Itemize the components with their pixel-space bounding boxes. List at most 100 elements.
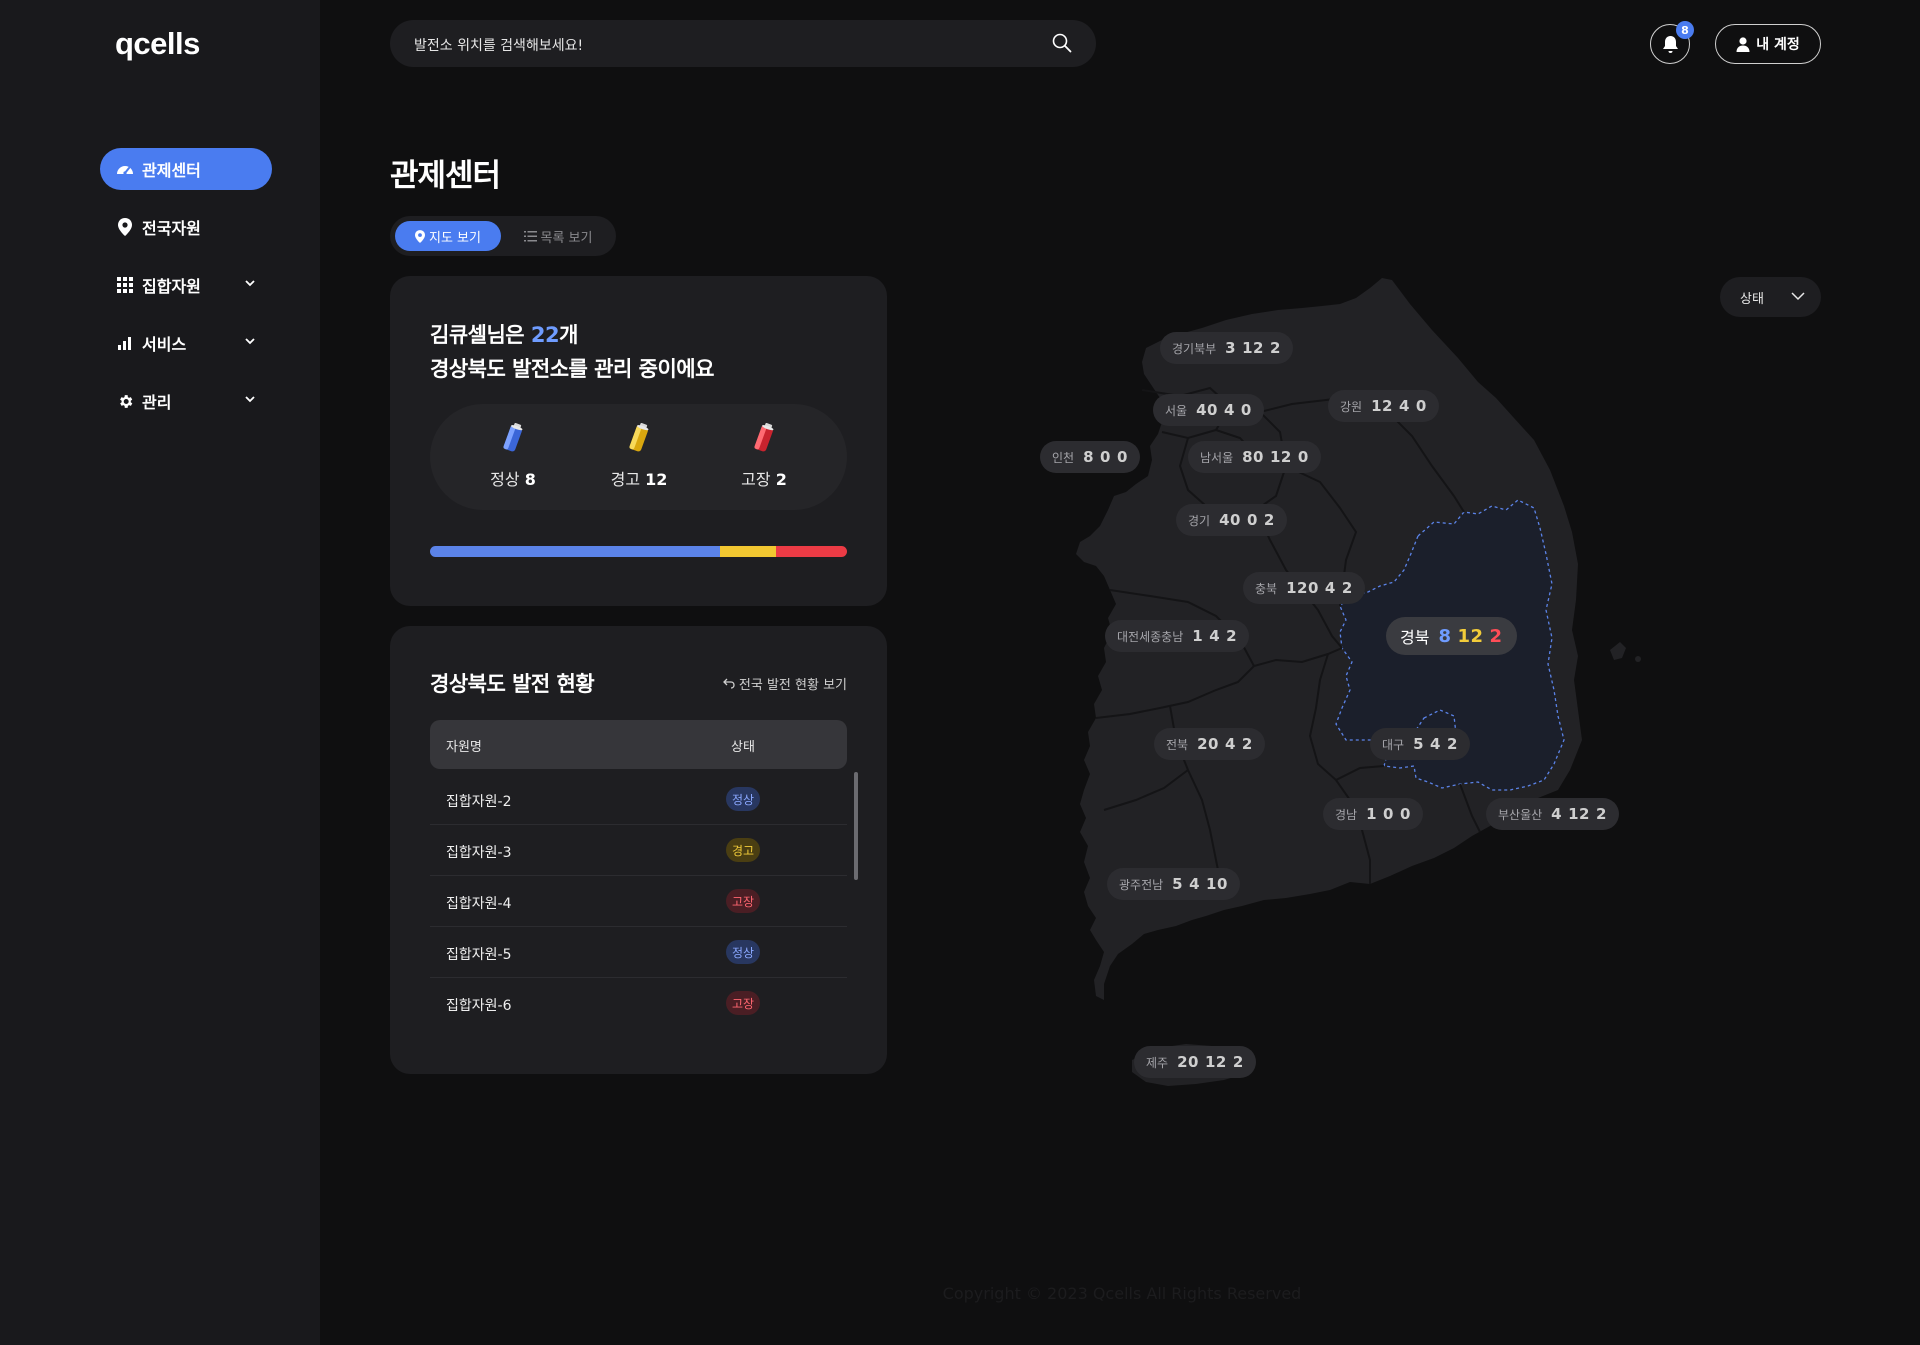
view-national-status-link[interactable]: 전국 발전 현황 보기 [723,674,847,693]
region-fault-count: 0 [1415,397,1427,415]
back-arrow-icon [723,678,735,689]
table-row[interactable]: 집합자원-4 고장 [430,876,847,927]
table-row[interactable]: 집합자원-3 경고 [430,825,847,876]
status-filter-dropdown[interactable]: 상태 [1720,277,1821,317]
region-fault-count: 2 [1446,735,1458,753]
stat-fault: 고장 2 [719,422,809,490]
region-name: 전북 [1166,737,1189,752]
regional-title: 경상북도 발전 현황 [430,672,595,696]
region-fault-count: 2 [1263,511,1275,529]
map-region-label-gangwon[interactable]: 강원 12 4 0 [1328,390,1439,422]
map-region-label-gyeongbuk-selected[interactable]: 경북 8 12 2 [1386,617,1517,655]
region-normal-count: 1 [1366,805,1378,823]
map-region-label-gwangju-jeonnam[interactable]: 광주전남 5 4 10 [1107,868,1240,900]
region-fault-count: 2 [1489,625,1503,647]
region-fault-count: 2 [1269,339,1281,357]
map-region-label-jeju[interactable]: 제주 20 12 2 [1134,1046,1256,1078]
list-view-label: 목록 보기 [540,230,593,246]
battery-normal-icon [503,422,523,452]
stat-label: 경고 [610,470,641,489]
qcells-logo[interactable]: qcells [115,26,200,62]
list-icon [523,230,537,241]
status-summary: 정상 8 경고 12 고장 2 [430,404,847,510]
region-fault-count: 2 [1226,627,1238,645]
list-view-button[interactable]: 목록 보기 [508,221,608,251]
map-region-label-jeonbuk[interactable]: 전북 20 4 2 [1154,728,1265,760]
column-header-status: 상태 [731,740,755,755]
search-input[interactable]: 발전소 위치를 검색해보세요! [414,35,583,55]
region-name: 경북 [1400,628,1430,647]
region-warning-count: 12 [1204,1053,1227,1071]
search-bar[interactable]: 발전소 위치를 검색해보세요! [390,20,1096,67]
region-warning-count: 0 [1383,805,1394,823]
region-normal-count: 3 [1225,339,1237,357]
resource-name: 집합자원-3 [446,845,512,861]
resource-name: 집합자원-6 [446,998,512,1014]
region-warning-count: 4 [1398,397,1410,415]
region-warning-count: 4 [1223,401,1235,419]
sidebar-item-national-resources[interactable]: 전국자원 [100,206,272,248]
map-region-label-gyeonggi[interactable]: 경기 40 0 2 [1176,504,1287,536]
table-row[interactable]: 집합자원-5 정상 [430,927,847,978]
sidebar-item-aggregate-resources[interactable]: 집합자원 [100,264,272,306]
status-badge: 정상 [726,787,761,811]
region-fault-count: 0 [1399,805,1411,823]
resource-name: 집합자원-5 [446,947,512,963]
map-region-label-busan-ulsan[interactable]: 부산울산 4 12 2 [1486,798,1619,830]
table-body: 집합자원-2 정상 집합자원-3 경고 집합자원-4 고장 집합자원-5 정상 집합자원-6 고장 [430,774,847,1029]
map-region-label-daejeon-sejong-chungnam[interactable]: 대전세종충남 142 [1105,620,1250,652]
sidebar-nav: 관제센터 전국자원 집합자원 서비스 관리 [100,148,272,438]
table-row[interactable]: 집합자원-6 고장 [430,978,847,1029]
region-fault-count: 2 [1595,805,1607,823]
region-name: 강원 [1340,399,1363,414]
map-region-label-chungbuk[interactable]: 충북 120 4 2 [1243,572,1365,604]
region-normal-count: 40 [1219,511,1241,529]
map-region-label-seoul[interactable]: 서울 40 4 0 [1153,394,1264,426]
table-scrollbar[interactable] [854,772,858,880]
region-warning-count: 4 [1324,579,1336,597]
region-warning-count: 12 [1568,805,1590,823]
bar-segment-normal [430,546,720,557]
map-region-label-south-seoul[interactable]: 남서울 80 12 0 [1188,441,1321,473]
region-name: 경기 [1188,513,1211,528]
greeting-prefix: 김큐셀님은 [430,323,531,347]
plant-count: 22 [530,323,560,347]
dashboard-icon [116,160,134,178]
view-toggle: 지도 보기 목록 보기 [390,216,616,256]
map-region-label-gyeongnam[interactable]: 경남 100 [1323,798,1423,830]
map-region-label-daegu[interactable]: 대구 542 [1370,728,1470,760]
stat-value: 2 [775,470,787,489]
region-normal-count: 5 [1413,735,1425,753]
table-row[interactable]: 집합자원-2 정상 [430,774,847,825]
stat-value: 8 [524,470,536,489]
location-pin-icon [116,218,134,236]
region-warning-count: 4 [1209,627,1221,645]
sidebar-item-management[interactable]: 관리 [100,380,272,422]
sidebar-item-services[interactable]: 서비스 [100,322,272,364]
region-fault-count: 0 [1116,448,1128,466]
bar-segment-warning [719,546,777,557]
map-region-label-gyeonggi-north[interactable]: 경기북부 3 12 2 [1160,332,1293,364]
region-name: 인천 [1052,450,1075,465]
my-account-button[interactable]: 내 계정 [1715,24,1821,64]
region-normal-count: 5 [1172,875,1184,893]
greeting-line2: 경상북도 발전소를 관리 중이에요 [430,357,714,381]
grid-icon [116,276,134,294]
region-name: 충북 [1255,581,1278,596]
region-name: 서울 [1165,403,1188,418]
user-icon [1736,36,1750,52]
region-normal-count: 20 [1177,1053,1199,1071]
page-title: 관제센터 [390,158,501,194]
dokdo-shape [1635,656,1641,662]
stat-normal: 정상 8 [468,422,558,490]
account-label: 내 계정 [1756,37,1800,53]
region-name: 대전세종충남 [1117,629,1184,644]
sidebar-item-label: 서비스 [142,335,187,354]
stat-warning: 경고 12 [594,422,684,490]
map-view-button[interactable]: 지도 보기 [395,221,501,251]
region-normal-count: 8 [1083,448,1095,466]
sidebar-item-control-center[interactable]: 관제센터 [100,148,272,190]
map-region-label-incheon[interactable]: 인천 800 [1040,441,1140,473]
count-suffix: 개 [559,323,578,347]
search-icon[interactable] [1052,33,1072,53]
